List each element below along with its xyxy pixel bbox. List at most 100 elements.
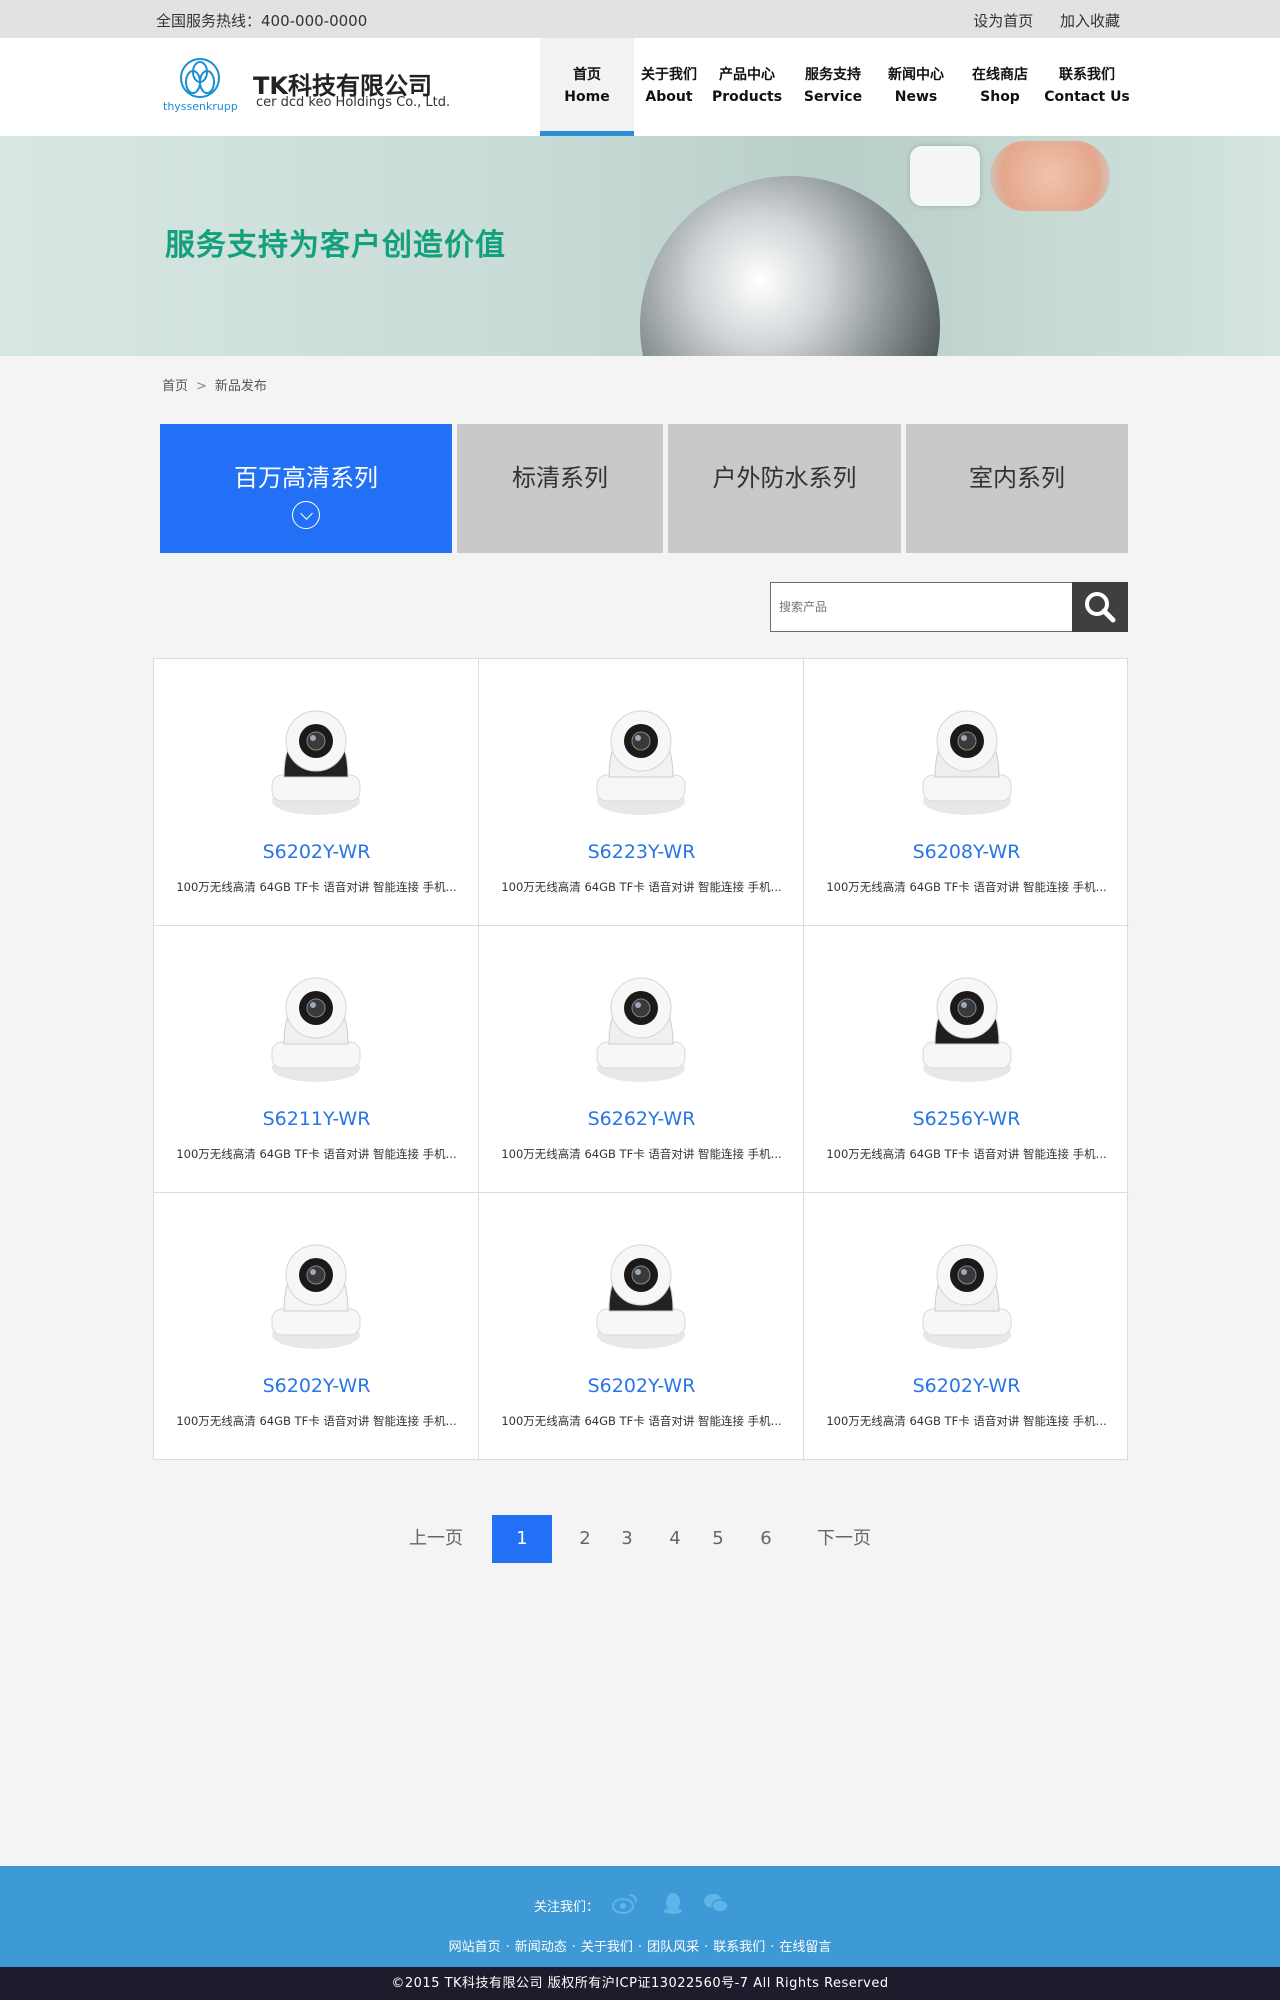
product-card[interactable]: S6202Y-WR 100万无线高清 64GB TF卡 语音对讲 智能连接 手机.… bbox=[804, 1193, 1129, 1460]
page-button[interactable]: 4 bbox=[660, 1515, 690, 1563]
product-model[interactable]: S6202Y-WR bbox=[479, 1375, 804, 1397]
company-english-name: cer dcd keo Holdings Co., Ltd. bbox=[256, 95, 451, 110]
add-favorite-link[interactable]: 加入收藏 bbox=[1060, 12, 1120, 30]
product-description: 100万无线高清 64GB TF卡 语音对讲 智能连接 手机... bbox=[501, 1414, 782, 1428]
nav-label-en: Contact Us bbox=[1044, 89, 1130, 105]
prev-page-button[interactable]: 上一页 bbox=[400, 1515, 472, 1563]
weibo-icon[interactable] bbox=[612, 1892, 638, 1914]
wechat-icon[interactable] bbox=[703, 1892, 729, 1914]
camera-product-image bbox=[596, 977, 686, 1082]
tab-outdoor-waterproof[interactable]: 户外防水系列 bbox=[668, 424, 901, 553]
product-card[interactable]: S6202Y-WR 100万无线高清 64GB TF卡 语音对讲 智能连接 手机.… bbox=[154, 659, 479, 926]
set-home-link[interactable]: 设为首页 bbox=[973, 12, 1033, 30]
footer-link-message[interactable]: 在线留言 bbox=[779, 1940, 831, 1955]
tab-indoor[interactable]: 室内系列 bbox=[906, 424, 1128, 553]
nav-news[interactable]: 新闻中心 News bbox=[876, 38, 956, 136]
product-model[interactable]: S6262Y-WR bbox=[479, 1108, 804, 1130]
nav-label-en: News bbox=[894, 89, 938, 105]
product-description: 100万无线高清 64GB TF卡 语音对讲 智能连接 手机... bbox=[501, 1147, 782, 1161]
site-header: thyssenkrupp TK科技有限公司 cer dcd keo Holdin… bbox=[0, 38, 1280, 136]
nav-shop[interactable]: 在线商店 Shop bbox=[956, 38, 1044, 136]
product-card[interactable]: S6262Y-WR 100万无线高清 64GB TF卡 语音对讲 智能连接 手机.… bbox=[479, 926, 804, 1193]
footer-link-about[interactable]: 关于我们 bbox=[581, 1940, 633, 1955]
product-description: 100万无线高清 64GB TF卡 语音对讲 智能连接 手机... bbox=[826, 880, 1107, 894]
main-nav: 首页 Home 关于我们 About 产品中心 Products 服务支持 Se… bbox=[540, 38, 1130, 136]
page-button[interactable]: 5 bbox=[703, 1515, 733, 1563]
tab-label: 户外防水系列 bbox=[712, 464, 857, 492]
page-button-current[interactable]: 1 bbox=[492, 1515, 552, 1563]
product-model[interactable]: S6223Y-WR bbox=[479, 841, 804, 863]
product-grid: S6202Y-WR 100万无线高清 64GB TF卡 语音对讲 智能连接 手机.… bbox=[153, 658, 1129, 1460]
nav-about[interactable]: 关于我们 About bbox=[634, 38, 704, 136]
product-card[interactable]: S6223Y-WR 100万无线高清 64GB TF卡 语音对讲 智能连接 手机.… bbox=[479, 659, 804, 926]
product-model[interactable]: S6208Y-WR bbox=[804, 841, 1129, 863]
camera-product-image bbox=[271, 710, 361, 815]
separator-dot: · bbox=[505, 1940, 510, 1955]
logo-text: thyssenkrupp bbox=[163, 100, 238, 113]
product-search bbox=[770, 582, 1128, 632]
top-links: 设为首页 加入收藏 bbox=[951, 10, 1120, 31]
product-card[interactable]: S6256Y-WR 100万无线高清 64GB TF卡 语音对讲 智能连接 手机.… bbox=[804, 926, 1129, 1193]
hand-image bbox=[990, 141, 1110, 211]
chevron-down-icon bbox=[292, 501, 320, 529]
product-description: 100万无线高清 64GB TF卡 语音对讲 智能连接 手机... bbox=[176, 880, 457, 894]
camera-product-image bbox=[271, 1244, 361, 1349]
product-description: 100万无线高清 64GB TF卡 语音对讲 智能连接 手机... bbox=[826, 1414, 1107, 1428]
footer-link-news[interactable]: 新闻动态 bbox=[515, 1940, 567, 1955]
top-bar: 全国服务热线：400-000-0000 设为首页 加入收藏 bbox=[0, 0, 1280, 38]
search-button[interactable] bbox=[1072, 582, 1128, 632]
chevron-right-icon: > bbox=[196, 379, 207, 394]
separator-dot: · bbox=[571, 1940, 576, 1955]
nav-label-cn: 关于我们 bbox=[641, 67, 697, 83]
tab-label: 标清系列 bbox=[512, 464, 608, 492]
site-footer: 关注我们： 网站首页 · 新闻动态 · 关于我们 · 团队风采 · 联系我们 · 在线留言 bbox=[0, 1866, 1280, 1967]
tab-megapixel-hd[interactable]: 百万高清系列 bbox=[160, 424, 452, 553]
camera-product-image bbox=[596, 1244, 686, 1349]
camera-product-image bbox=[922, 710, 1011, 815]
product-card[interactable]: S6211Y-WR 100万无线高清 64GB TF卡 语音对讲 智能连接 手机.… bbox=[154, 926, 479, 1193]
separator-dot: · bbox=[770, 1940, 775, 1955]
puzzle-globe-image bbox=[640, 176, 940, 356]
pagination: 上一页 1 2 3 4 5 6 下一页 bbox=[0, 1515, 1280, 1563]
product-description: 100万无线高清 64GB TF卡 语音对讲 智能连接 手机... bbox=[176, 1414, 457, 1428]
product-card[interactable]: S6208Y-WR 100万无线高清 64GB TF卡 语音对讲 智能连接 手机.… bbox=[804, 659, 1129, 926]
product-description: 100万无线高清 64GB TF卡 语音对讲 智能连接 手机... bbox=[501, 880, 782, 894]
footer-link-contact[interactable]: 联系我们 bbox=[713, 1940, 765, 1955]
nav-service[interactable]: 服务支持 Service bbox=[790, 38, 876, 136]
banner-slogan: 服务支持为客户创造价值 bbox=[165, 228, 506, 263]
copyright-bar: ©2015 TK科技有限公司 版权所有沪ICP证13022560号-7 All … bbox=[0, 1967, 1280, 2000]
footer-links: 网站首页 · 新闻动态 · 关于我们 · 团队风采 · 联系我们 · 在线留言 bbox=[0, 1936, 1280, 1955]
page-button[interactable]: 6 bbox=[751, 1515, 781, 1563]
separator-dot: · bbox=[637, 1940, 643, 1955]
nav-products[interactable]: 产品中心 Products bbox=[704, 38, 790, 136]
search-icon bbox=[1085, 592, 1116, 623]
next-page-button[interactable]: 下一页 bbox=[808, 1515, 880, 1563]
product-model[interactable]: S6211Y-WR bbox=[154, 1108, 479, 1130]
product-card[interactable]: S6202Y-WR 100万无线高清 64GB TF卡 语音对讲 智能连接 手机.… bbox=[479, 1193, 804, 1460]
breadcrumb-home[interactable]: 首页 bbox=[162, 379, 188, 394]
tab-label: 室内系列 bbox=[969, 464, 1065, 492]
nav-label-cn: 新闻中心 bbox=[888, 67, 944, 83]
nav-contact[interactable]: 联系我们 Contact Us bbox=[1044, 38, 1130, 136]
product-description: 100万无线高清 64GB TF卡 语音对讲 智能连接 手机... bbox=[826, 1147, 1107, 1161]
footer-link-home[interactable]: 网站首页 bbox=[449, 1940, 501, 1955]
page-button[interactable]: 2 bbox=[570, 1515, 600, 1563]
product-model[interactable]: S6202Y-WR bbox=[154, 1375, 479, 1397]
nav-home[interactable]: 首页 Home bbox=[540, 38, 634, 136]
product-card[interactable]: S6202Y-WR 100万无线高清 64GB TF卡 语音对讲 智能连接 手机.… bbox=[154, 1193, 479, 1460]
product-model[interactable]: S6202Y-WR bbox=[154, 841, 479, 863]
product-model[interactable]: S6202Y-WR bbox=[804, 1375, 1129, 1397]
nav-label-cn: 联系我们 bbox=[1059, 67, 1115, 83]
qq-icon[interactable] bbox=[660, 1892, 686, 1914]
breadcrumb: 首页 > 新品发布 bbox=[162, 375, 267, 394]
footer-link-team[interactable]: 团队风采 bbox=[647, 1940, 699, 1955]
nav-label-en: About bbox=[645, 89, 693, 105]
puzzle-piece-image bbox=[910, 146, 980, 206]
hero-banner: 服务支持为客户创造价值 bbox=[0, 136, 1280, 356]
page-button[interactable]: 3 bbox=[612, 1515, 642, 1563]
tab-standard-definition[interactable]: 标清系列 bbox=[457, 424, 663, 553]
product-model[interactable]: S6256Y-WR bbox=[804, 1108, 1129, 1130]
nav-label-en: Products bbox=[711, 89, 783, 105]
nav-label-en: Service bbox=[803, 89, 863, 105]
search-input[interactable] bbox=[770, 582, 1072, 632]
